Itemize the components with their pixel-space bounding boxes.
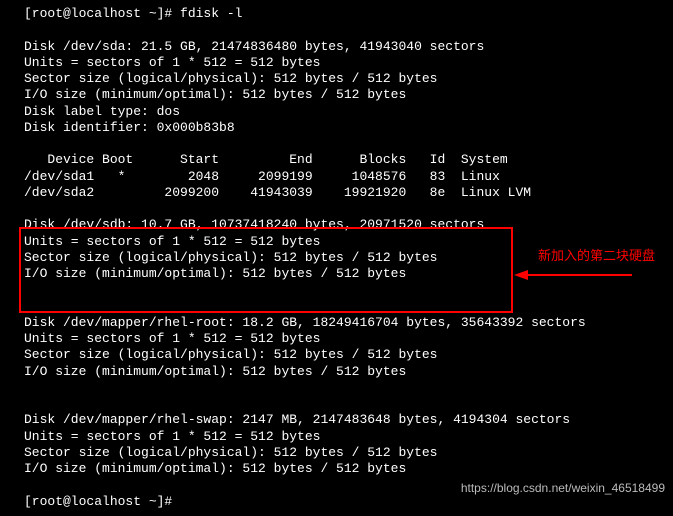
- terminal-line: /dev/sda2 2099200 41943039 19921920 8e L…: [24, 185, 663, 201]
- terminal-line: [root@localhost ~]# fdisk -l: [24, 6, 663, 22]
- terminal-line: Sector size (logical/physical): 512 byte…: [24, 445, 663, 461]
- terminal-line: Units = sectors of 1 * 512 = 512 bytes: [24, 331, 663, 347]
- watermark: https://blog.csdn.net/weixin_46518499: [461, 481, 665, 496]
- terminal-line: [24, 396, 663, 412]
- terminal-line: Disk identifier: 0x000b83b8: [24, 120, 663, 136]
- terminal-line: [24, 201, 663, 217]
- terminal-line: Units = sectors of 1 * 512 = 512 bytes: [24, 429, 663, 445]
- terminal-line: Disk /dev/mapper/rhel-root: 18.2 GB, 182…: [24, 315, 663, 331]
- terminal-line: Units = sectors of 1 * 512 = 512 bytes: [24, 55, 663, 71]
- terminal-line: I/O size (minimum/optimal): 512 bytes / …: [24, 364, 663, 380]
- terminal-line: Disk /dev/mapper/rhel-swap: 2147 MB, 214…: [24, 412, 663, 428]
- terminal-line: [24, 136, 663, 152]
- annotation-label: 新加入的第二块硬盘: [538, 248, 655, 264]
- terminal-line: I/O size (minimum/optimal): 512 bytes / …: [24, 87, 663, 103]
- terminal-line: [24, 299, 663, 315]
- terminal-line: [24, 380, 663, 396]
- terminal-line: Device Boot Start End Blocks Id System: [24, 152, 663, 168]
- terminal-line: [24, 22, 663, 38]
- terminal-line: I/O size (minimum/optimal): 512 bytes / …: [24, 461, 663, 477]
- terminal-line: Disk /dev/sda: 21.5 GB, 21474836480 byte…: [24, 39, 663, 55]
- terminal-line: Disk /dev/sdb: 10.7 GB, 10737418240 byte…: [24, 217, 663, 233]
- terminal-line: /dev/sda1 * 2048 2099199 1048576 83 Linu…: [24, 169, 663, 185]
- terminal-line: Sector size (logical/physical): 512 byte…: [24, 71, 663, 87]
- terminal-line: I/O size (minimum/optimal): 512 bytes / …: [24, 266, 663, 282]
- terminal-line: Disk label type: dos: [24, 104, 663, 120]
- terminal-line: [24, 282, 663, 298]
- terminal-line: Sector size (logical/physical): 512 byte…: [24, 347, 663, 363]
